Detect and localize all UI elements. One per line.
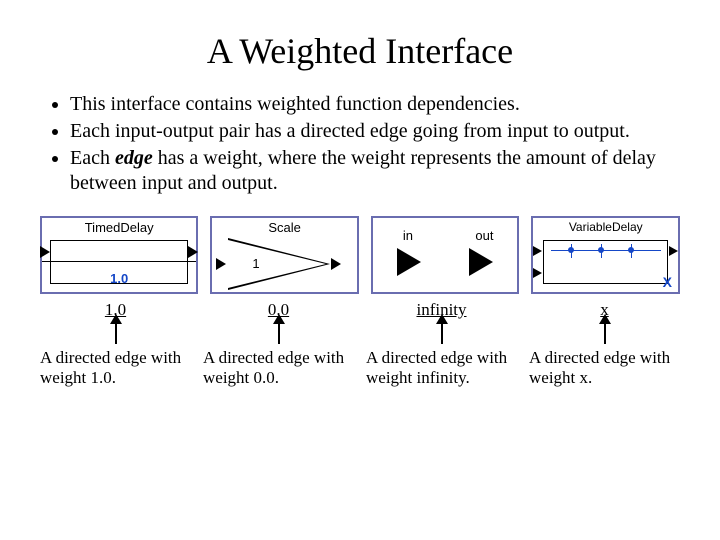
caption-1: A directed edge with weight 1.0.	[40, 348, 191, 388]
timed-delay-block: TimedDelay 1.0	[40, 216, 198, 294]
port-in-icon	[40, 246, 50, 258]
timed-delay-divider	[42, 240, 196, 262]
slide: A Weighted Interface This interface cont…	[0, 0, 720, 408]
scale-value: 1	[252, 256, 259, 271]
port-in-icon	[533, 246, 542, 256]
bullet-3-em: edge	[115, 147, 153, 169]
timed-delay-value: 1.0	[42, 271, 196, 286]
in-label: in	[403, 228, 413, 243]
page-title: A Weighted Interface	[40, 30, 680, 72]
bullet-3-pre: Each	[70, 147, 115, 169]
caption-4: A directed edge with weight x.	[529, 348, 680, 388]
weights-row: 1.0 0.0 infinity x	[40, 300, 680, 320]
arrow-up-icon	[278, 322, 280, 344]
port-in2-icon	[533, 268, 542, 278]
bullet-list: This interface contains weighted functio…	[40, 92, 680, 196]
amp-triangle-fill	[228, 240, 326, 288]
bullet-3: Each edge has a weight, where the weight…	[70, 146, 680, 196]
diagram-row: TimedDelay 1.0 Scale 1 in out VariableDe…	[40, 216, 680, 294]
port-out-icon	[188, 246, 198, 258]
caption-3: A directed edge with weight infinity.	[366, 348, 517, 388]
variable-delay-label: VariableDelay	[533, 220, 678, 234]
bullet-1: This interface contains weighted functio…	[70, 92, 680, 117]
delay-line-icon	[551, 244, 661, 258]
inout-block: in out	[371, 216, 520, 294]
in-port-icon	[397, 248, 421, 276]
arrow-up-icon	[604, 322, 606, 344]
arrows-row	[40, 322, 680, 344]
out-port-icon	[469, 248, 493, 276]
arrow-up-icon	[441, 322, 443, 344]
port-out-icon	[331, 258, 341, 270]
port-in-icon	[216, 258, 226, 270]
port-out-icon	[669, 246, 678, 256]
variable-delay-param: X	[663, 274, 672, 290]
caption-2: A directed edge with weight 0.0.	[203, 348, 354, 388]
arrow-up-icon	[115, 322, 117, 344]
scale-label: Scale	[212, 220, 357, 235]
out-label: out	[475, 228, 493, 243]
bullet-3-post: has a weight, where the weight represent…	[70, 147, 656, 194]
scale-block: Scale 1	[210, 216, 359, 294]
bullet-2: Each input-output pair has a directed ed…	[70, 119, 680, 144]
captions-row: A directed edge with weight 1.0. A direc…	[40, 348, 680, 388]
variable-delay-block: VariableDelay X	[531, 216, 680, 294]
timed-delay-label: TimedDelay	[42, 220, 196, 235]
